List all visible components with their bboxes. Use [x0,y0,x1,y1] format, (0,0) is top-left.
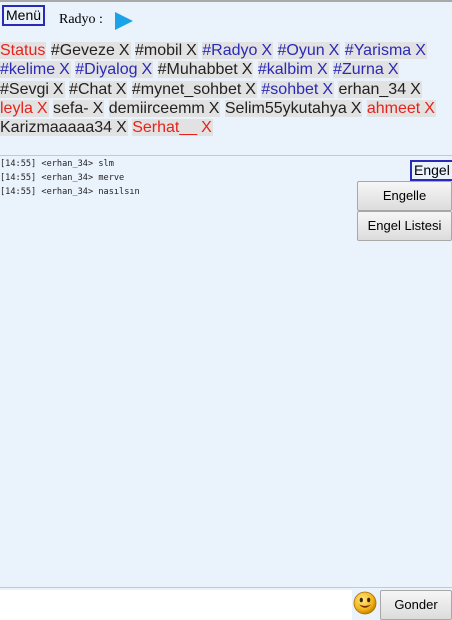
channel-tab-label: #kelime [0,61,56,79]
channel-tab[interactable]: #Oyun X [277,42,341,59]
channel-tab[interactable]: #Chat X [69,80,128,98]
channel-tab[interactable]: #Diyalog X [75,61,154,79]
channel-tab-label: #Sevgi [0,80,49,98]
engel-toggle-button[interactable]: Engel [410,160,452,181]
channel-tab-label: #Muhabbet [157,61,238,79]
message-time: [14:55] [0,173,37,183]
close-tab-icon[interactable]: X [116,119,127,136]
message-text: nasılsın [98,187,140,197]
channel-tab[interactable]: #Radyo X [202,42,274,59]
channel-tab[interactable]: #Sevgi X [0,80,65,98]
top-bar: Menü Radyo : [0,0,452,36]
channel-tab-label: #Geveze [50,42,115,59]
chat-message: [14:55] <erhan_34> slm [0,157,352,171]
close-tab-icon[interactable]: X [116,81,127,98]
radio-label: Radyo : [59,12,103,27]
channel-tab[interactable]: leyla X [0,99,49,117]
play-icon[interactable] [114,11,134,31]
channel-tab-label: #Zurna [333,61,384,79]
channel-tab[interactable]: #Muhabbet X [157,61,254,79]
channel-tab-label: Status [0,42,46,59]
message-user: <erhan_34> [41,159,94,169]
channel-tab-label: #mobil [134,42,183,59]
channel-tabs: Status #Geveze X #mobil X #Radyo X #Oyun X #… [0,41,452,137]
channel-tab[interactable]: #Zurna X [333,61,400,79]
menu-button[interactable]: Menü [2,5,46,26]
channel-tab-label: leyla [0,99,33,117]
close-tab-icon[interactable]: X [329,42,340,59]
input-bar: Gonder [0,587,452,620]
close-tab-icon[interactable]: X [317,61,328,78]
channel-tab[interactable]: #kalbim X [257,61,329,79]
chat-message: [14:55] <erhan_34> nasılsın [0,185,352,199]
send-button[interactable]: Gonder [380,590,452,620]
message-log: [14:55] <erhan_34> slm [14:55] <erhan_34>… [0,157,352,199]
message-input[interactable] [0,590,352,620]
close-tab-icon[interactable]: X [201,119,212,136]
message-text: merve [98,173,125,183]
close-tab-icon[interactable]: X [351,100,362,117]
block-list-button[interactable]: Engel Listesi [357,211,452,241]
channel-tab[interactable]: #mobil X [134,42,198,59]
message-text: slm [98,159,114,169]
chat-message: [14:55] <erhan_34> merve [0,171,352,185]
channel-tab-label: #Radyo [202,42,258,59]
close-tab-icon[interactable]: X [186,42,197,59]
close-tab-icon[interactable]: X [119,42,130,59]
close-tab-icon[interactable]: X [93,100,104,117]
close-tab-icon[interactable]: X [424,100,435,117]
channel-tab[interactable]: #Yarisma X [344,42,427,59]
channel-tab-label: #Oyun [277,42,325,59]
close-tab-icon[interactable]: X [388,61,399,78]
channel-tab-label: erhan_34 [338,80,407,98]
channel-tab-label: demiirceemm [108,99,205,117]
channel-tab-label: Selim55ykutahya [224,99,347,117]
channel-tab[interactable]: erhan_34 X [338,80,422,98]
channel-tab[interactable]: ahmeet X [366,99,436,117]
close-tab-icon[interactable]: X [415,42,426,59]
channel-tab-label: #mynet_sohbet [131,80,242,98]
channel-tab-label: #sohbet [261,80,319,98]
close-tab-icon[interactable]: X [142,61,153,78]
channel-tab-label: Karizmaaaaa34 [0,119,113,137]
channel-tab-label: #kalbim [257,61,313,79]
channel-tab[interactable]: demiirceemm X [108,99,221,117]
close-tab-icon[interactable]: X [53,81,64,98]
channel-tab-label: #Diyalog [75,61,138,79]
channel-tab[interactable]: #Geveze X [50,42,131,59]
channel-tab[interactable]: #kelime X [0,61,71,79]
close-tab-icon[interactable]: X [410,81,421,98]
channel-tab-label: #Yarisma [344,42,412,59]
close-tab-icon[interactable]: X [242,61,253,78]
close-tab-icon[interactable]: X [209,100,220,117]
close-tab-icon[interactable]: X [59,61,70,78]
close-tab-icon[interactable]: X [322,81,333,98]
message-user: <erhan_34> [41,187,94,197]
channel-tab-label: ahmeet [366,99,421,117]
channel-tab[interactable]: #mynet_sohbet X [131,80,257,98]
divider [0,155,452,156]
smiley-icon[interactable] [353,591,377,615]
close-tab-icon[interactable]: X [245,81,256,98]
close-tab-icon[interactable]: X [37,100,48,117]
channel-tab[interactable]: Karizmaaaaa34 X [0,119,128,137]
channel-tab[interactable]: sefa- X [53,99,105,117]
message-time: [14:55] [0,187,37,197]
close-tab-icon[interactable]: X [261,42,272,59]
message-time: [14:55] [0,159,37,169]
channel-tab[interactable]: Selim55ykutahya X [224,99,363,117]
channel-tab[interactable]: Serhat__ X [132,119,213,137]
channel-tab-label: #Chat [69,80,112,98]
channel-tab[interactable]: #sohbet X [261,80,335,98]
message-user: <erhan_34> [41,173,94,183]
channel-tab-label: Serhat__ [132,119,198,137]
channel-tab-label: sefa- [53,99,89,117]
channel-tab[interactable]: Status [0,42,47,59]
block-user-button[interactable]: Engelle [357,181,452,211]
